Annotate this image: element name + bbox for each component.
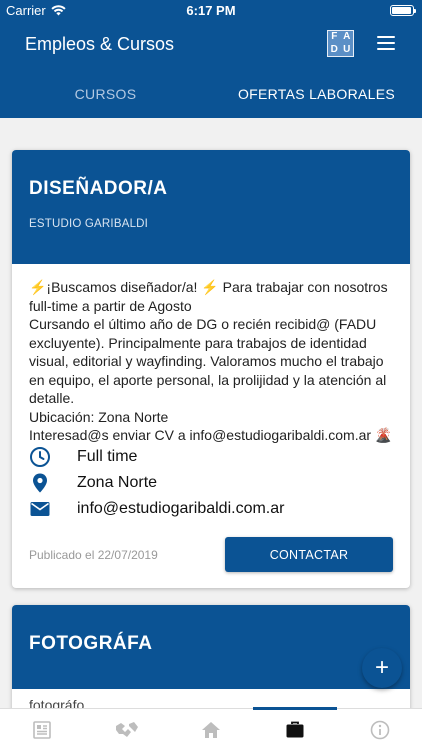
nav-news[interactable] xyxy=(0,709,84,750)
fadu-logo: F A D U xyxy=(327,30,354,57)
job-card: DISEÑADOR/A ESTUDIO GARIBALDI ⚡¡Buscamos… xyxy=(12,150,410,588)
job-schedule-row: Full time xyxy=(29,446,396,468)
job-company: ESTUDIO GARIBALDI xyxy=(29,218,149,230)
job-card-header: DISEÑADOR/A ESTUDIO GARIBALDI xyxy=(12,150,410,264)
contact-button[interactable]: CONTACTAR xyxy=(225,537,393,572)
news-icon xyxy=(33,720,52,739)
clock-icon xyxy=(29,446,51,468)
nav-deals[interactable] xyxy=(84,709,168,750)
job-location-row: Zona Norte xyxy=(29,472,396,494)
job-email-row[interactable]: info@estudiogaribaldi.com.ar xyxy=(29,498,396,520)
logo-letter: D xyxy=(330,43,338,55)
info-icon xyxy=(370,720,390,739)
tab-ofertas-laborales[interactable]: OFERTAS LABORALES xyxy=(211,70,422,118)
add-button[interactable]: + xyxy=(362,648,402,688)
job-email[interactable]: info@estudiogaribaldi.com.ar xyxy=(77,500,284,518)
tab-cursos[interactable]: CURSOS xyxy=(0,70,211,118)
job-card-header: FOTOGRÁFA xyxy=(12,605,410,689)
status-bar: Carrier 6:17 PM xyxy=(0,0,422,22)
email-icon xyxy=(29,498,51,520)
logo-letter: U xyxy=(343,43,351,55)
handshake-icon xyxy=(115,721,138,737)
logo-letter: F xyxy=(331,31,338,42)
battery-level xyxy=(392,7,411,14)
logo-letter: A xyxy=(343,31,351,42)
app-bar: Empleos & Cursos F A D U xyxy=(0,22,422,70)
nav-jobs[interactable] xyxy=(253,709,337,750)
job-description: ⚡¡Buscamos diseñador/a! ⚡ Para trabajar … xyxy=(29,279,393,443)
clock: 6:17 PM xyxy=(186,3,236,18)
battery-icon xyxy=(390,5,416,16)
hamburger-menu-icon[interactable] xyxy=(377,36,395,50)
briefcase-icon xyxy=(286,721,304,737)
home-icon xyxy=(202,721,221,738)
job-schedule: Full time xyxy=(77,448,138,465)
job-title: DISEÑADOR/A xyxy=(29,178,168,199)
tab-bar: CURSOS OFERTAS LABORALES xyxy=(0,70,422,118)
location-pin-icon xyxy=(29,472,51,494)
job-card: FOTOGRÁFA fotográfo ... ... ... xyxy=(12,605,410,725)
app-title: Empleos & Cursos xyxy=(25,34,175,54)
nav-info[interactable] xyxy=(338,709,422,750)
job-title: FOTOGRÁFA xyxy=(29,633,153,654)
nav-home[interactable] xyxy=(169,709,253,750)
published-date: Publicado el 22/07/2019 xyxy=(29,548,158,562)
bottom-navigation xyxy=(0,707,422,750)
job-location: Zona Norte xyxy=(77,474,158,491)
